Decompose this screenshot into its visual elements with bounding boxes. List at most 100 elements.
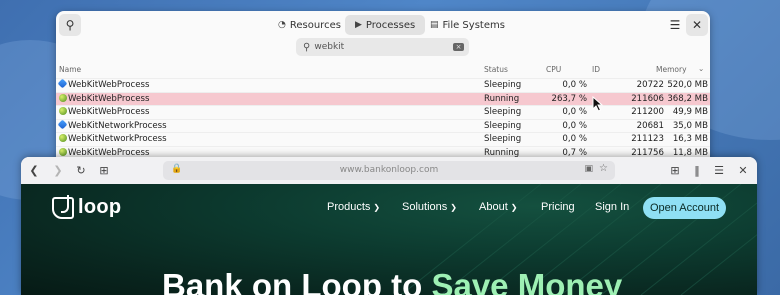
address-bar[interactable]: 🔒 www.bankonloop.com ▣ ☆: [163, 161, 615, 180]
app-menu-button[interactable]: ☰: [711, 162, 727, 178]
nav-label: Solutions: [402, 201, 448, 213]
process-memory: 49,9 MB: [672, 107, 708, 118]
close-icon: ✕: [691, 18, 703, 32]
nav-label: Products: [327, 201, 371, 213]
process-row[interactable]: WebKitNetworkProcess Sleeping 0,0 % 211123 1…: [56, 132, 710, 146]
hero-heading: Bank on Loop to Save Money: [162, 267, 622, 295]
process-status: Sleeping: [484, 80, 522, 90]
nav-label: About: [479, 201, 508, 213]
hero-accent-text: Save Money: [431, 267, 623, 295]
process-row[interactable]: WebKitWebProcess Running 263,7 % 211606 368,…: [56, 91, 710, 106]
library-icon: ‖: [694, 163, 700, 177]
webkit-network-icon: [57, 119, 68, 130]
nav-pricing[interactable]: Pricing: [541, 201, 575, 213]
process-memory: 16,3 MB: [672, 134, 708, 145]
column-header-cpu[interactable]: CPU: [546, 65, 561, 74]
browser-window: ❮ ❯ ↻ ⊞ 🔒 www.bankonloop.com ▣ ☆ ⊞ ‖ ☰ ✕…: [21, 157, 757, 295]
url-text: www.bankonloop.com: [339, 165, 439, 175]
sort-chevron-icon[interactable]: ⌄: [698, 64, 704, 73]
window-close-button[interactable]: ✕: [735, 162, 751, 178]
search-icon: ⚲: [303, 41, 311, 53]
nav-solutions[interactable]: Solutions ❯: [402, 201, 457, 213]
nav-products[interactable]: Products ❯: [327, 201, 380, 213]
hamburger-menu-button[interactable]: ☰: [664, 14, 686, 36]
webkit-network-icon: [57, 78, 68, 89]
process-status: Running: [484, 93, 520, 104]
gauge-icon: ◔: [278, 20, 286, 30]
forward-button[interactable]: ❯: [50, 162, 66, 178]
search-icon: ⚲: [65, 18, 75, 32]
process-cpu: 0,0 %: [562, 120, 587, 131]
process-status: Sleeping: [484, 134, 522, 145]
webpage: loop Products ❯ Solutions ❯ About ❯ Pric…: [21, 184, 757, 295]
search-value: webkit: [314, 42, 345, 52]
webkit-process-icon: [59, 93, 67, 102]
process-memory: 368,2 MB: [667, 93, 708, 104]
reload-button[interactable]: ↻: [73, 162, 89, 178]
back-arrow-icon: ❮: [29, 163, 39, 177]
webkit-process-icon: [59, 134, 67, 143]
disk-icon: ▤: [430, 20, 439, 30]
chevron-down-icon: ❯: [450, 202, 457, 212]
process-status: Sleeping: [484, 107, 522, 118]
close-icon: ✕: [738, 163, 748, 177]
process-name: WebKitWebProcess: [68, 107, 150, 118]
process-id: 211200: [631, 107, 664, 118]
nav-about[interactable]: About ❯: [479, 201, 517, 213]
logo-text: loop: [78, 196, 122, 218]
column-header-status[interactable]: Status: [484, 65, 508, 74]
reload-icon: ↻: [76, 163, 86, 177]
open-account-button[interactable]: Open Account: [643, 197, 726, 219]
search-toggle-button[interactable]: ⚲: [59, 14, 81, 36]
column-header-row: Name Status CPU ID Memory ⌄: [56, 63, 710, 77]
webkit-process-icon: [59, 107, 67, 116]
tab-label: File Systems: [442, 19, 505, 31]
system-monitor-window: ⚲ ◔ Resources ▶ Processes ▤ File Systems…: [56, 11, 710, 181]
play-icon: ▶: [355, 20, 362, 30]
process-name: WebKitNetworkProcess: [68, 120, 167, 131]
process-list: WebKitWebProcess Sleeping 0,0 % 20722 520,0 …: [56, 78, 710, 160]
clear-search-icon[interactable]: ×: [453, 43, 464, 51]
tab-label: Resources: [289, 19, 341, 31]
plus-square-icon: ⊞: [99, 163, 109, 177]
loop-logo-icon: [52, 194, 74, 219]
process-cpu: 0,0 %: [562, 107, 587, 118]
chevron-down-icon: ❯: [510, 202, 518, 212]
back-button[interactable]: ❮: [26, 162, 42, 178]
new-tab-button[interactable]: ⊞: [96, 162, 112, 178]
extensions-button[interactable]: ⊞: [667, 162, 683, 178]
process-name: WebKitNetworkProcess: [68, 134, 167, 145]
process-row[interactable]: WebKitWebProcess Sleeping 0,0 % 211200 49,9 …: [56, 105, 710, 119]
bookmark-star-icon[interactable]: ☆: [599, 163, 608, 174]
process-cpu: 0,0 %: [562, 134, 587, 145]
nav-label: Pricing: [541, 201, 575, 213]
process-id: 20722: [636, 80, 664, 90]
nav-sign-in[interactable]: Sign In: [595, 201, 629, 213]
hero-text: Bank on Loop to: [162, 267, 432, 295]
process-search-input[interactable]: ⚲ webkit ×: [296, 38, 469, 56]
close-button[interactable]: ✕: [686, 14, 708, 36]
process-id: 20681: [636, 120, 664, 131]
process-cpu: 263,7 %: [551, 93, 588, 104]
tab-file-systems[interactable]: ▤ File Systems: [420, 15, 515, 35]
process-memory: 35,0 MB: [672, 120, 708, 131]
column-header-id[interactable]: ID: [592, 65, 600, 74]
process-id: 211606: [631, 93, 664, 104]
column-header-name[interactable]: Name: [59, 65, 81, 74]
menu-icon: ☰: [714, 163, 724, 177]
process-row[interactable]: WebKitWebProcess Sleeping 0,0 % 20722 520,0 …: [56, 78, 710, 92]
library-button[interactable]: ‖: [689, 162, 705, 178]
tab-processes[interactable]: ▶ Processes: [345, 15, 426, 35]
process-cpu: 0,0 %: [562, 80, 587, 90]
process-row[interactable]: WebKitNetworkProcess Sleeping 0,0 % 20681 35…: [56, 118, 710, 133]
grid-icon: ⊞: [670, 163, 680, 177]
nav-label: Sign In: [595, 201, 630, 213]
reader-mode-icon[interactable]: ▣: [584, 164, 593, 174]
loop-logo[interactable]: loop: [52, 194, 122, 219]
process-name: WebKitWebProcess: [68, 80, 150, 90]
mouse-cursor-icon: [592, 96, 604, 112]
tab-resources[interactable]: ◔ Resources: [268, 15, 351, 35]
process-name: WebKitWebProcess: [68, 93, 150, 104]
column-header-memory[interactable]: Memory: [656, 65, 687, 74]
process-memory: 520,0 MB: [667, 80, 708, 90]
